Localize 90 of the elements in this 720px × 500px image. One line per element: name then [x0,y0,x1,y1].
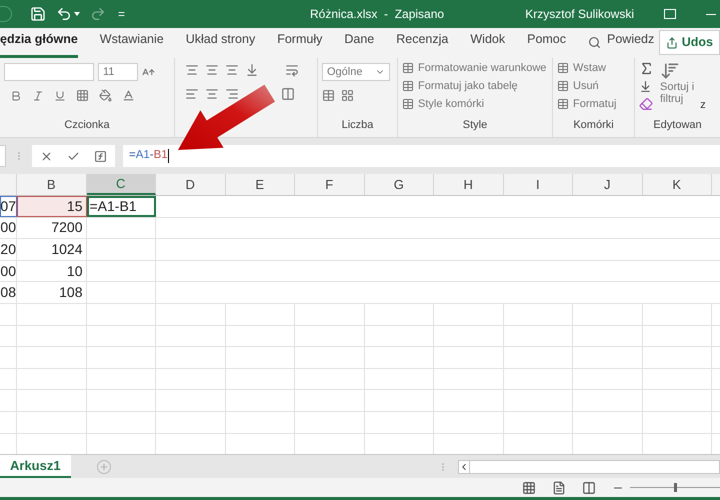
page-break-icon[interactable] [582,480,596,494]
bold-icon[interactable] [10,90,22,102]
formula-field[interactable]: =A1-B1 [123,145,720,167]
function-icon[interactable] [94,150,107,162]
number-format-field[interactable]: Ogólne [322,63,390,81]
find-button[interactable]: z [700,99,706,111]
search-icon [588,36,602,49]
ribbon-command[interactable]: Formatowanie warunkowe [418,60,546,76]
autosum-icon[interactable] [639,61,654,76]
ribbon-tab[interactable]: Wstawianie [100,30,164,58]
italic-icon[interactable] [32,90,44,102]
table-cell[interactable]: 108 [17,282,86,303]
align-bottom-icon[interactable] [225,63,239,77]
column-header[interactable]: D [156,174,226,195]
table-cell[interactable]: 00 [0,260,17,282]
align-left-icon[interactable] [185,87,199,101]
font-size-field[interactable]: 11 [98,63,138,81]
ribbon-tab[interactable]: Dane [344,30,374,58]
table-cell[interactable]: =A1-B1 [86,196,156,217]
page-layout-icon[interactable] [552,480,566,494]
name-box[interactable] [0,145,6,167]
ribbon-tab[interactable]: Widok [470,30,506,58]
group-label: Komórki [573,118,614,132]
share-icon [666,36,678,49]
column-header[interactable]: F [295,174,364,195]
zoom-slider[interactable] [630,483,720,492]
column-header[interactable]: K [642,174,712,195]
save-icon[interactable] [30,6,46,22]
undo-icon[interactable] [56,6,72,22]
borders-icon[interactable] [76,89,89,102]
sort-filter-icon [660,61,680,81]
cancel-icon[interactable] [40,150,53,162]
font-color-icon[interactable] [122,89,135,102]
align-top-icon[interactable] [185,63,199,77]
table-cell[interactable]: 7200 [17,218,86,238]
table-cell[interactable]: 08 [0,282,17,303]
slider-thumb[interactable] [674,483,677,492]
wrap-text-icon[interactable] [285,63,299,77]
ribbon-tab[interactable]: Formuły [277,30,322,58]
table-cell[interactable]: 00 [0,218,17,238]
column-header[interactable]: E [226,174,295,195]
caret-icon [74,12,80,16]
ribbon-command[interactable]: Usuń [573,78,599,94]
font-name-field[interactable] [4,63,94,81]
table-cell[interactable]: 15 [17,196,86,217]
align-middle-icon[interactable] [205,63,219,77]
table-cell[interactable]: 07 [0,196,17,217]
group-label: Style [462,118,488,132]
table-cell[interactable]: 10 [17,260,86,282]
ribbon-command[interactable]: Formatuj jako tabelę [418,78,518,94]
ribbon-tab[interactable]: Układ strony [186,30,256,58]
merge-icon[interactable] [281,87,295,101]
sort-filter-button[interactable]: Sortuj i filtruj [660,81,694,105]
sheet-tab[interactable]: Arkusz1 [0,455,71,478]
ribbon-tab[interactable]: Pomoc [527,30,566,58]
table-cell[interactable]: 20 [0,239,17,260]
table-icon [557,80,569,92]
enter-icon[interactable] [67,150,80,162]
group-label: Czcionka [64,118,110,132]
table-cell[interactable]: 1024 [17,239,86,260]
underline-icon[interactable] [54,90,66,102]
horizontal-scrollbar[interactable] [458,460,720,474]
group-label: Liczba [342,118,374,132]
column-header[interactable]: G [364,174,434,195]
align-right-icon[interactable] [225,87,239,101]
add-sheet-icon[interactable] [96,460,111,474]
column-header[interactable]: C [86,174,156,195]
table-icon [402,80,414,92]
align-center-icon[interactable] [205,87,219,101]
user-name: Krzysztof Sulikowski [525,6,634,23]
normal-view-icon[interactable] [522,480,536,494]
share-button[interactable]: Udos [658,30,720,55]
table-icon [402,98,414,110]
fill-color-icon[interactable] [99,89,112,102]
eraser-icon[interactable] [639,97,654,111]
table-icon [557,98,569,110]
column-header[interactable]: H [434,174,504,195]
tell-me-field[interactable]: Powiedz [607,30,654,58]
column-header[interactable]: J [573,174,642,195]
ribbon-command[interactable]: Style komórki [418,96,484,112]
ribbon-command[interactable]: Formatuj [573,96,616,112]
table-icon [557,62,569,74]
customize-button[interactable]: = [118,5,126,23]
column-header[interactable]: I [504,174,573,195]
ribbon-tab[interactable]: Recenzja [396,30,448,58]
group-label: Edytowan [653,118,702,132]
table-icon [402,62,414,74]
window-title: Różnica.xlsx - Zapisano [310,6,444,23]
ribbon-command[interactable]: Wstaw [573,60,606,76]
ribbon-display-icon[interactable] [664,9,676,19]
